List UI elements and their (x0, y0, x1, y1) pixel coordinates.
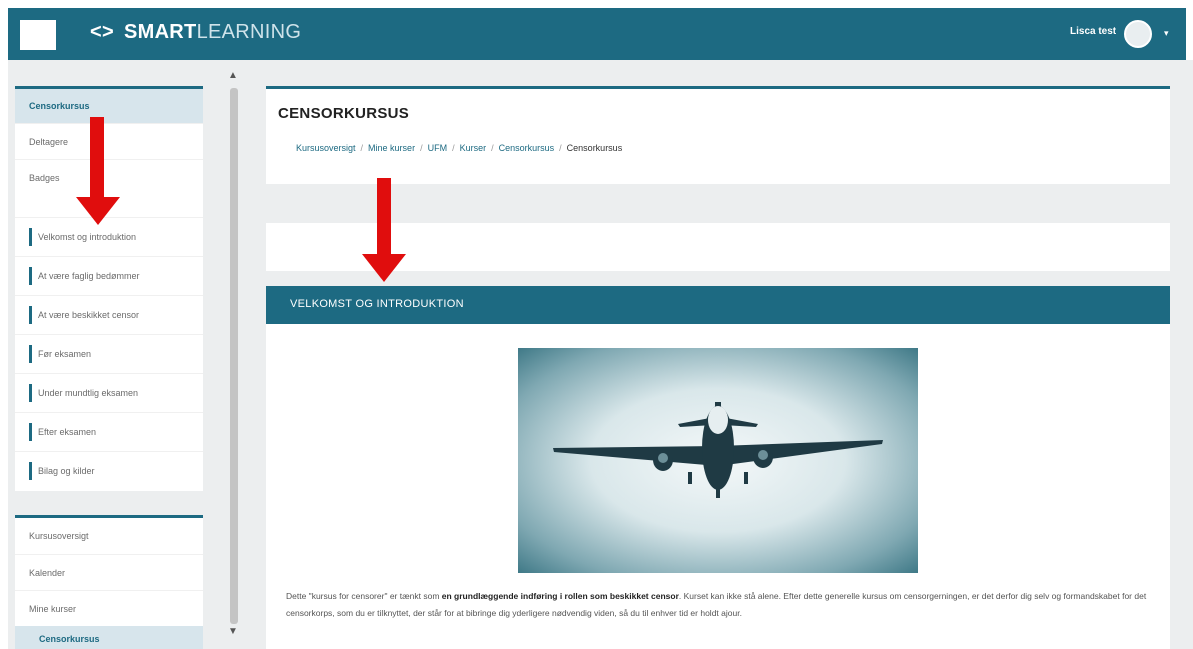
top-navbar: <> SMARTLEARNING Lisca test ▾ (8, 8, 1186, 60)
breadcrumb-link[interactable]: Mine kurser (368, 143, 415, 153)
breadcrumb-separator: / (491, 143, 494, 153)
brand-name-strong: SMART (123, 21, 197, 43)
breadcrumb-separator: / (559, 143, 562, 153)
section-marker (29, 345, 32, 363)
code-brackets-icon: <> (90, 21, 114, 43)
breadcrumb: Kursusoversigt / Mine kurser / UFM / Kurser / Ce… (296, 143, 622, 153)
sidebar-item-label: Deltagere (29, 136, 69, 147)
sidebar-section-faglig-bedommer[interactable]: At være faglig bedømmer (15, 256, 203, 295)
site-navigation-block: Kursusoversigt Kalender Mine kurser Cens… (15, 515, 203, 649)
sidebar-section-mundtlig-eksamen[interactable]: Under mundtlig eksamen (15, 373, 203, 412)
breadcrumb-current: Censorkursus (566, 143, 623, 153)
page-title: CENSORKURSUS (278, 105, 410, 122)
sidebar-item-label: At være faglig bedømmer (38, 271, 140, 281)
breadcrumb-separator: / (452, 143, 455, 153)
breadcrumb-separator: / (420, 143, 423, 153)
sidebar-item-label: Mine kurser (29, 603, 77, 614)
sidebar-item-label: Efter eksamen (38, 427, 97, 437)
sidebar-section-for-eksamen[interactable]: Før eksamen (15, 334, 203, 373)
paragraph-text: Dette "kursus for censorer" er tænkt som (286, 591, 442, 601)
red-arrow-annotation (362, 178, 406, 282)
section-marker (29, 228, 32, 246)
section-marker (29, 384, 32, 402)
sidebar-item-mine-kurser[interactable]: Mine kurser (15, 590, 203, 626)
chevron-down-icon[interactable]: ▾ (1164, 28, 1169, 39)
section-marker (29, 423, 32, 441)
airplane-icon (553, 402, 883, 498)
section-marker (29, 306, 32, 324)
breadcrumb-link[interactable]: Censorkursus (499, 143, 555, 153)
scrollbar-thumb[interactable] (230, 88, 238, 624)
page-header-card: CENSORKURSUS Kursusoversigt / Mine kurser /… (266, 86, 1170, 184)
breadcrumb-separator: / (360, 143, 364, 153)
intro-paragraph: Dette "kursus for censorer" er tænkt som… (286, 588, 1156, 622)
breadcrumb-link[interactable]: Kursusoversigt (296, 143, 356, 153)
brand-name-light: LEARNING (196, 21, 302, 43)
sidebar-item-label: Velkomst og introduktion (38, 232, 137, 242)
sidebar-section-bilag-kilder[interactable]: Bilag og kilder (15, 451, 203, 490)
sidebar-item-label: Før eksamen (38, 349, 92, 359)
sidebar-section-beskikket-censor[interactable]: At være beskikket censor (15, 295, 203, 334)
sidebar-item-label: Kalender (29, 567, 66, 578)
menu-toggle-button[interactable] (20, 20, 56, 50)
sidebar-item-label: Bilag og kilder (38, 466, 95, 476)
sidebar-item-censorkursus-sub[interactable]: Censorkursus (15, 626, 203, 649)
sidebar-item-kalender[interactable]: Kalender (15, 554, 203, 590)
sidebar-item-label: At være beskikket censor (38, 310, 140, 320)
airplane-image (518, 348, 918, 573)
red-arrow-annotation (76, 117, 120, 225)
breadcrumb-link[interactable]: UFM (428, 143, 448, 153)
avatar[interactable] (1124, 20, 1152, 48)
section-marker (29, 267, 32, 285)
sidebar-item-label: Censorkursus (29, 101, 90, 111)
chevron-up-icon[interactable]: ▲ (228, 70, 238, 81)
sidebar-section-efter-eksamen[interactable]: Efter eksamen (15, 412, 203, 451)
sidebar-item-label: Badges (29, 172, 60, 183)
section-marker (29, 462, 32, 480)
sidebar-item-label: Censorkursus (39, 634, 100, 644)
chevron-down-icon[interactable]: ▼ (228, 626, 238, 637)
sidebar-item-kursusoversigt[interactable]: Kursusoversigt (15, 518, 203, 554)
brand-logo[interactable]: <> SMARTLEARNING (90, 21, 301, 44)
paragraph-bold-text: en grundlæggende indføring i rollen som … (441, 591, 679, 601)
section-header: VELKOMST OG INTRODUKTION (266, 286, 1170, 324)
section-title: VELKOMST OG INTRODUKTION (290, 298, 464, 310)
breadcrumb-link[interactable]: Kurser (460, 143, 487, 153)
sidebar-item-label: Under mundtlig eksamen (38, 388, 139, 398)
sidebar-item-label: Kursusoversigt (29, 531, 89, 541)
user-name[interactable]: Lisca test (1070, 26, 1116, 37)
sidebar-scrollbar[interactable]: ▲ ▼ (228, 70, 240, 649)
